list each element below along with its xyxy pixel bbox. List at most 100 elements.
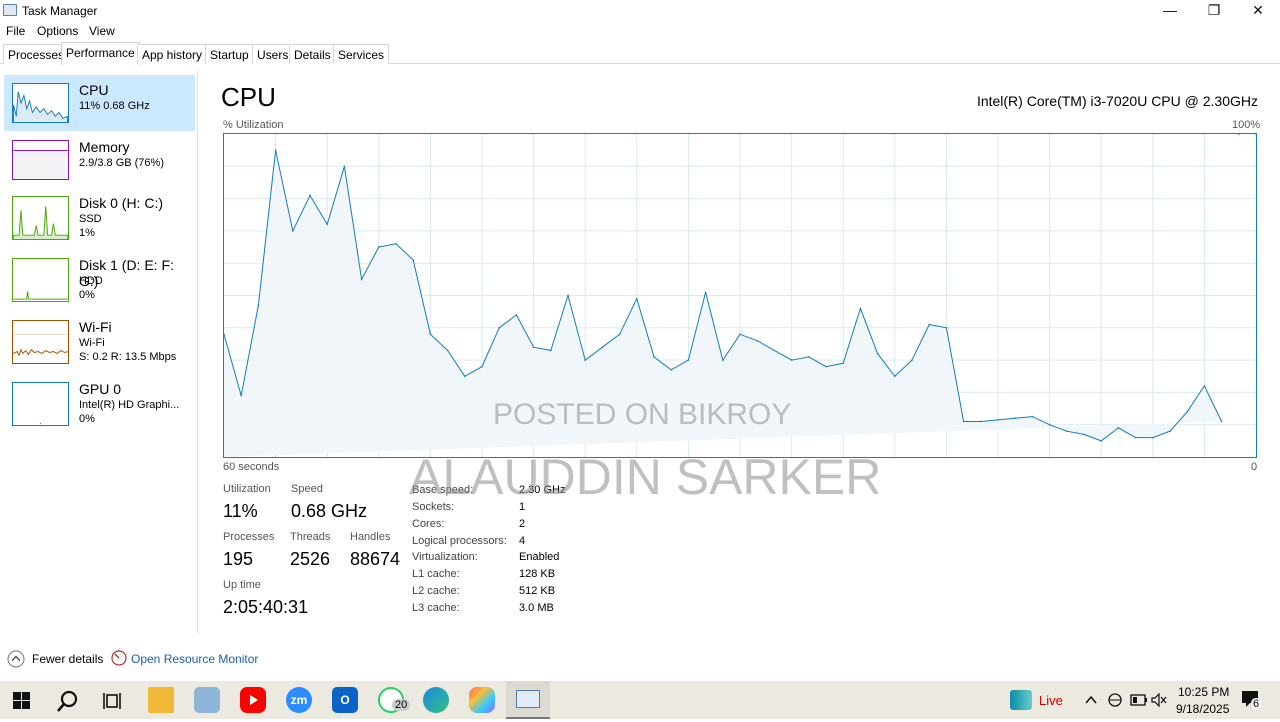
youtube-icon[interactable]	[240, 687, 266, 713]
outlook-icon[interactable]: O	[332, 687, 358, 713]
utilization-point	[326, 223, 328, 226]
menu-bar: File Options View	[0, 22, 1280, 40]
chevron-up-circle-icon[interactable]	[7, 650, 25, 668]
utilization-point	[240, 394, 242, 397]
task-manager-icon	[3, 4, 17, 16]
task-manager-taskbar-icon	[516, 690, 540, 708]
threads-label: Threads	[290, 531, 331, 543]
utilization-value: 11%	[223, 501, 258, 521]
utilization-point	[636, 297, 638, 300]
sidebar-item-memory[interactable]: Memory 2.9/3.8 GB (76%)	[4, 132, 195, 188]
utilization-point	[739, 333, 741, 336]
sidebar-disk0-type: SSD	[79, 213, 102, 225]
utilization-point	[257, 304, 260, 306]
uptime-value: 2:05:40:31	[223, 597, 309, 617]
utilization-point	[274, 149, 277, 151]
utilization-point	[498, 327, 501, 329]
speed-value: 0.68 GHz	[291, 501, 368, 521]
utilization-point	[224, 333, 225, 336]
spec-value: 512 KB	[519, 585, 556, 597]
disk0-thumbnail-graph	[12, 196, 69, 240]
tab-startup[interactable]: Startup	[205, 44, 254, 64]
tab-details[interactable]: Details	[289, 44, 336, 64]
live-label[interactable]: Live	[1039, 693, 1063, 708]
sidebar-cpu-name: CPU	[79, 82, 109, 98]
edge-icon[interactable]	[423, 687, 449, 713]
utilization-point	[1186, 411, 1188, 413]
spec-key: Cores:	[412, 518, 445, 530]
menu-view[interactable]: View	[89, 24, 115, 38]
gpu-thumbnail-graph	[12, 382, 69, 426]
sidebar-wifi-type: Wi-Fi	[79, 337, 105, 349]
spec-value: 3.0 MB	[519, 602, 554, 614]
utilization-point	[928, 323, 930, 326]
utilization-point	[1117, 427, 1120, 429]
sidebar-item-cpu[interactable]: CPU 11% 0.68 GHz	[4, 75, 195, 131]
live-weather-icon[interactable]	[1010, 690, 1032, 710]
windows-start-icon[interactable]	[13, 692, 30, 709]
utilization-point	[1048, 423, 1051, 426]
page-title: CPU	[221, 82, 276, 112]
open-resource-monitor-link[interactable]: Open Resource Monitor	[131, 652, 258, 666]
copilot-icon[interactable]	[469, 687, 495, 713]
taskbar-task-manager-active[interactable]	[506, 681, 550, 719]
utilization-point	[378, 246, 380, 248]
sidebar-item-disk1[interactable]: Disk 1 (D: E: F: G:) HDD 0%	[4, 250, 195, 306]
search-icon[interactable]	[56, 689, 80, 713]
sidebar-gpu-model: Intel(R) HD Graphi...	[79, 399, 180, 411]
volume-muted-icon[interactable]	[1151, 693, 1167, 707]
tab-processes[interactable]: Processes	[3, 44, 70, 64]
menu-options[interactable]: Options	[37, 24, 78, 38]
minimize-button[interactable]: —	[1148, 0, 1192, 22]
file-explorer-icon[interactable]	[148, 687, 174, 713]
sidebar-item-gpu0[interactable]: GPU 0 Intel(R) HD Graphi... 0%	[4, 374, 195, 430]
menu-file[interactable]: File	[6, 24, 25, 38]
tab-app-history[interactable]: App history	[137, 44, 208, 64]
utilization-point	[584, 359, 586, 361]
sidebar-disk0-usage: 1%	[79, 227, 95, 239]
tab-users[interactable]: Users	[252, 44, 294, 64]
utilization-point	[550, 349, 552, 352]
task-view-icon[interactable]	[103, 691, 123, 711]
zoom-icon[interactable]: zm	[286, 687, 312, 713]
window-title: Task Manager	[22, 4, 98, 18]
utilization-point	[464, 375, 466, 378]
utilization-point	[1066, 430, 1068, 433]
utilization-point	[446, 349, 449, 352]
utilization-point	[601, 346, 604, 348]
fewer-details-link[interactable]: Fewer details	[32, 652, 103, 666]
utilization-point	[825, 365, 827, 368]
sidebar-gpu-name: GPU 0	[79, 381, 122, 397]
maximize-button[interactable]: ❐	[1192, 0, 1236, 22]
pc-icon[interactable]	[194, 687, 220, 713]
close-button[interactable]: ✕	[1236, 0, 1280, 22]
sidebar-disk0-name: Disk 0 (H: C:)	[79, 195, 163, 211]
handles-value: 88674	[350, 549, 401, 569]
utilization-point	[911, 359, 913, 361]
chevron-up-icon[interactable]	[1084, 694, 1098, 706]
battery-icon[interactable]	[1130, 694, 1148, 706]
tab-performance[interactable]: Performance	[61, 42, 140, 65]
x-axis-right-label: 0	[1251, 461, 1258, 473]
utilization-point	[773, 349, 776, 352]
wifi-thumbnail-graph	[12, 320, 69, 364]
clock-date[interactable]: 9/18/2025	[1176, 702, 1229, 716]
sidebar-item-wifi[interactable]: Wi-Fi Wi-Fi S: 0.2 R: 13.5 Mbps	[4, 312, 195, 368]
sidebar-item-disk0[interactable]: Disk 0 (H: C:) SSD 1%	[4, 188, 195, 244]
clock-time[interactable]: 10:25 PM	[1178, 685, 1229, 699]
network-icon[interactable]	[1106, 692, 1124, 708]
utilization-point	[704, 291, 707, 294]
utilization-point	[1169, 430, 1171, 433]
processes-value: 195	[223, 549, 254, 569]
utilization-point	[1031, 415, 1034, 418]
utilization-point	[1203, 385, 1206, 387]
threads-value: 2526	[290, 549, 331, 569]
utilization-point	[997, 419, 999, 421]
processes-label: Processes	[223, 531, 275, 543]
utilization-point	[687, 359, 690, 361]
utilization-point	[567, 294, 569, 297]
utilization-point	[360, 278, 363, 281]
sidebar-memory-sub: 2.9/3.8 GB (76%)	[79, 157, 164, 169]
tab-services[interactable]: Services	[333, 44, 390, 64]
utilization-point	[1100, 440, 1102, 442]
